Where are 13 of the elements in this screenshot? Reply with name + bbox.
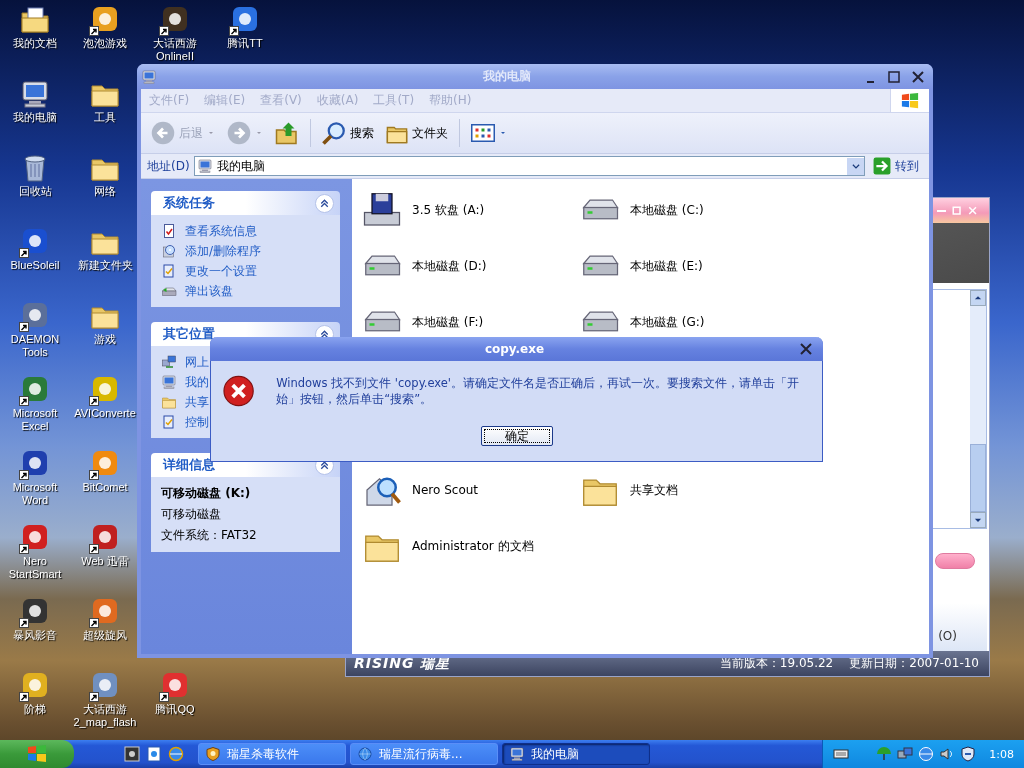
window-title: 我的电脑 xyxy=(482,68,532,85)
clock: 1:08 xyxy=(989,747,1014,761)
drive-name: 可移动磁盘 (K:) xyxy=(161,485,252,502)
file-system-text: 文件系统：FAT32 xyxy=(161,527,258,544)
update-date-text: 更新日期：2007-01-10 xyxy=(849,655,979,672)
option-label: (O) xyxy=(938,629,957,643)
panel-title: 系统任务 xyxy=(163,194,215,212)
address-label: 地址(D) xyxy=(147,157,190,175)
version-text: 当前版本：19.05.22 xyxy=(719,655,834,672)
error-message: Windows 找不到文件 'copy.exe'。请确定文件名是否正确后，再试一次。要搜索文件，请单击「开始」按钮，然后单击“搜索”。 xyxy=(276,375,801,407)
panel-title: 其它位置 xyxy=(163,325,215,343)
dialog-title: copy.exe xyxy=(483,342,546,356)
drive-type: 可移动磁盘 xyxy=(161,506,222,523)
